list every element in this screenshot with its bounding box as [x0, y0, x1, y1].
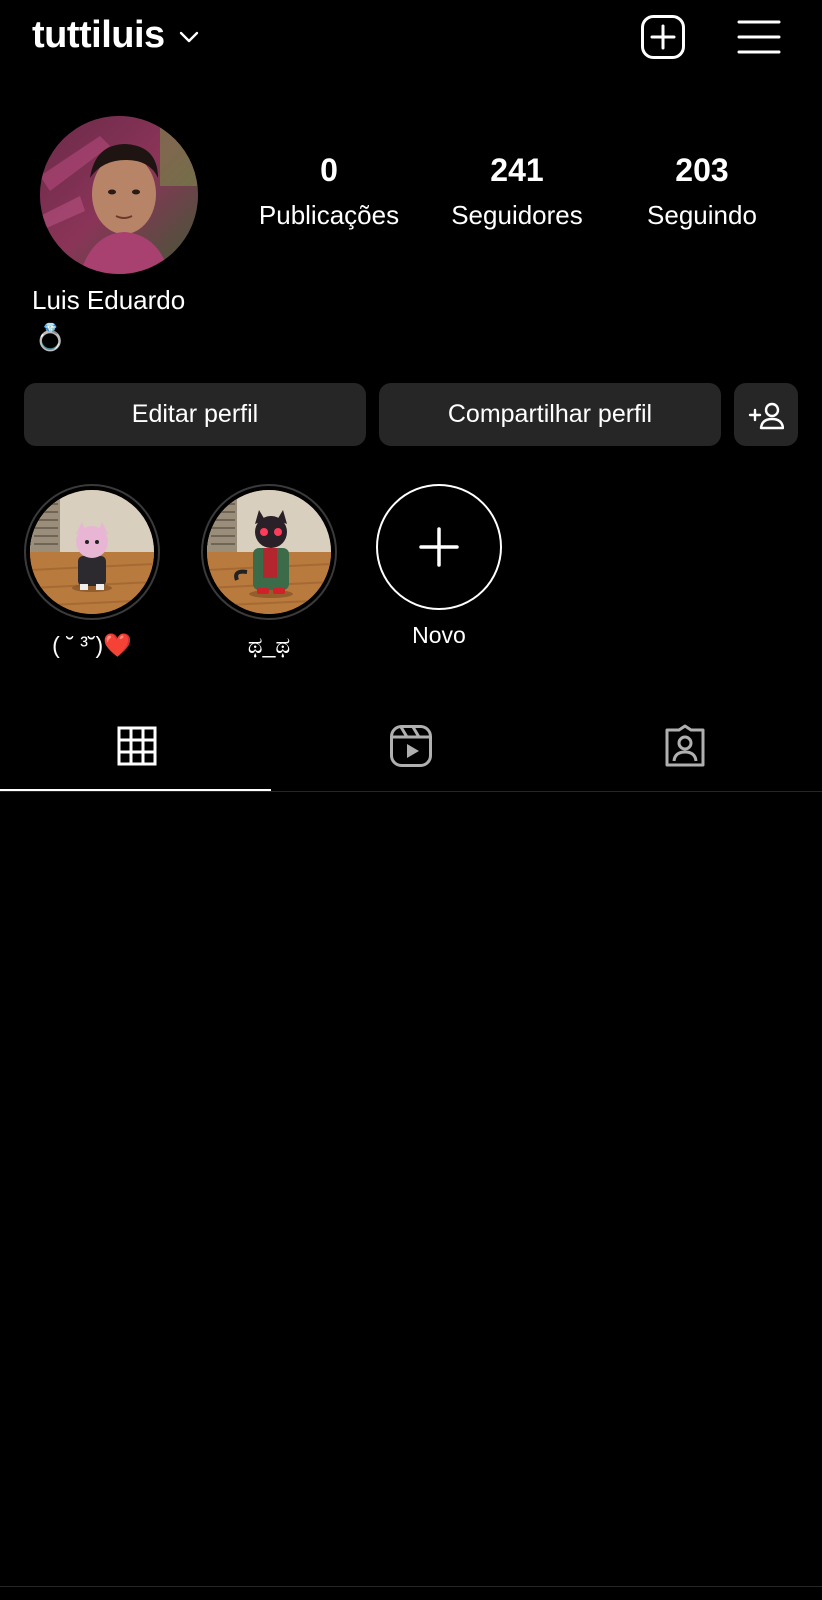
highlight-ring [24, 484, 160, 620]
highlight-image [30, 490, 154, 614]
bottom-divider [0, 1586, 822, 1587]
plus-icon [419, 527, 459, 567]
share-profile-button[interactable]: Compartilhar perfil [379, 383, 721, 446]
stat-followers[interactable]: 241 Seguidores [432, 150, 602, 232]
menu-button[interactable] [736, 14, 782, 60]
highlight-item[interactable]: ( ˘ ³˘)❤️ [22, 484, 162, 660]
plus-square-icon [641, 15, 685, 59]
discover-people-button[interactable] [734, 383, 798, 446]
new-highlight-ring [376, 484, 502, 610]
username: tuttiluis [32, 14, 165, 56]
profile-bio: 💍 [34, 322, 67, 352]
reels-icon [390, 725, 432, 767]
following-label: Seguindo [647, 200, 757, 230]
add-person-icon [748, 402, 784, 429]
create-post-button[interactable] [640, 14, 686, 60]
new-highlight-button[interactable]: Novo [369, 484, 509, 650]
posts-grid [0, 792, 822, 1586]
grid-icon [117, 726, 157, 766]
highlight-item[interactable]: ಥ_ಥ [199, 484, 339, 660]
followers-label: Seguidores [451, 200, 583, 230]
highlight-ring [201, 484, 337, 620]
posts-label: Publicações [258, 200, 400, 230]
profile-full-name: Luis Eduardo [32, 285, 186, 315]
top-bar: tuttiluis [0, 0, 822, 72]
new-highlight-label: Novo [412, 622, 466, 648]
avatar-photo [40, 116, 198, 274]
stat-following[interactable]: 203 Seguindo [617, 150, 787, 232]
highlight-label: ( ˘ ³˘)❤️ [52, 632, 132, 658]
tab-posts-grid[interactable] [0, 700, 274, 792]
posts-count: 0 [320, 152, 338, 188]
highlight-cover [207, 490, 331, 614]
highlight-cover [30, 490, 154, 614]
stat-posts[interactable]: 0 Publicações [244, 150, 414, 232]
edit-profile-button[interactable]: Editar perfil [24, 383, 366, 446]
tab-reels[interactable] [274, 700, 548, 792]
account-switcher[interactable]: tuttiluis [32, 12, 201, 58]
hamburger-icon [737, 20, 781, 54]
tagged-icon [665, 724, 705, 767]
profile-avatar[interactable] [40, 116, 198, 274]
highlight-label: ಥ_ಥ [247, 632, 291, 658]
profile-tabs [0, 700, 822, 792]
following-count: 203 [675, 152, 729, 188]
highlight-image [207, 490, 331, 614]
share-profile-label: Compartilhar perfil [447, 400, 653, 428]
chevron-down-icon [179, 31, 198, 43]
tab-tagged[interactable] [548, 700, 822, 792]
edit-profile-label: Editar perfil [131, 400, 259, 428]
followers-count: 241 [490, 152, 544, 188]
